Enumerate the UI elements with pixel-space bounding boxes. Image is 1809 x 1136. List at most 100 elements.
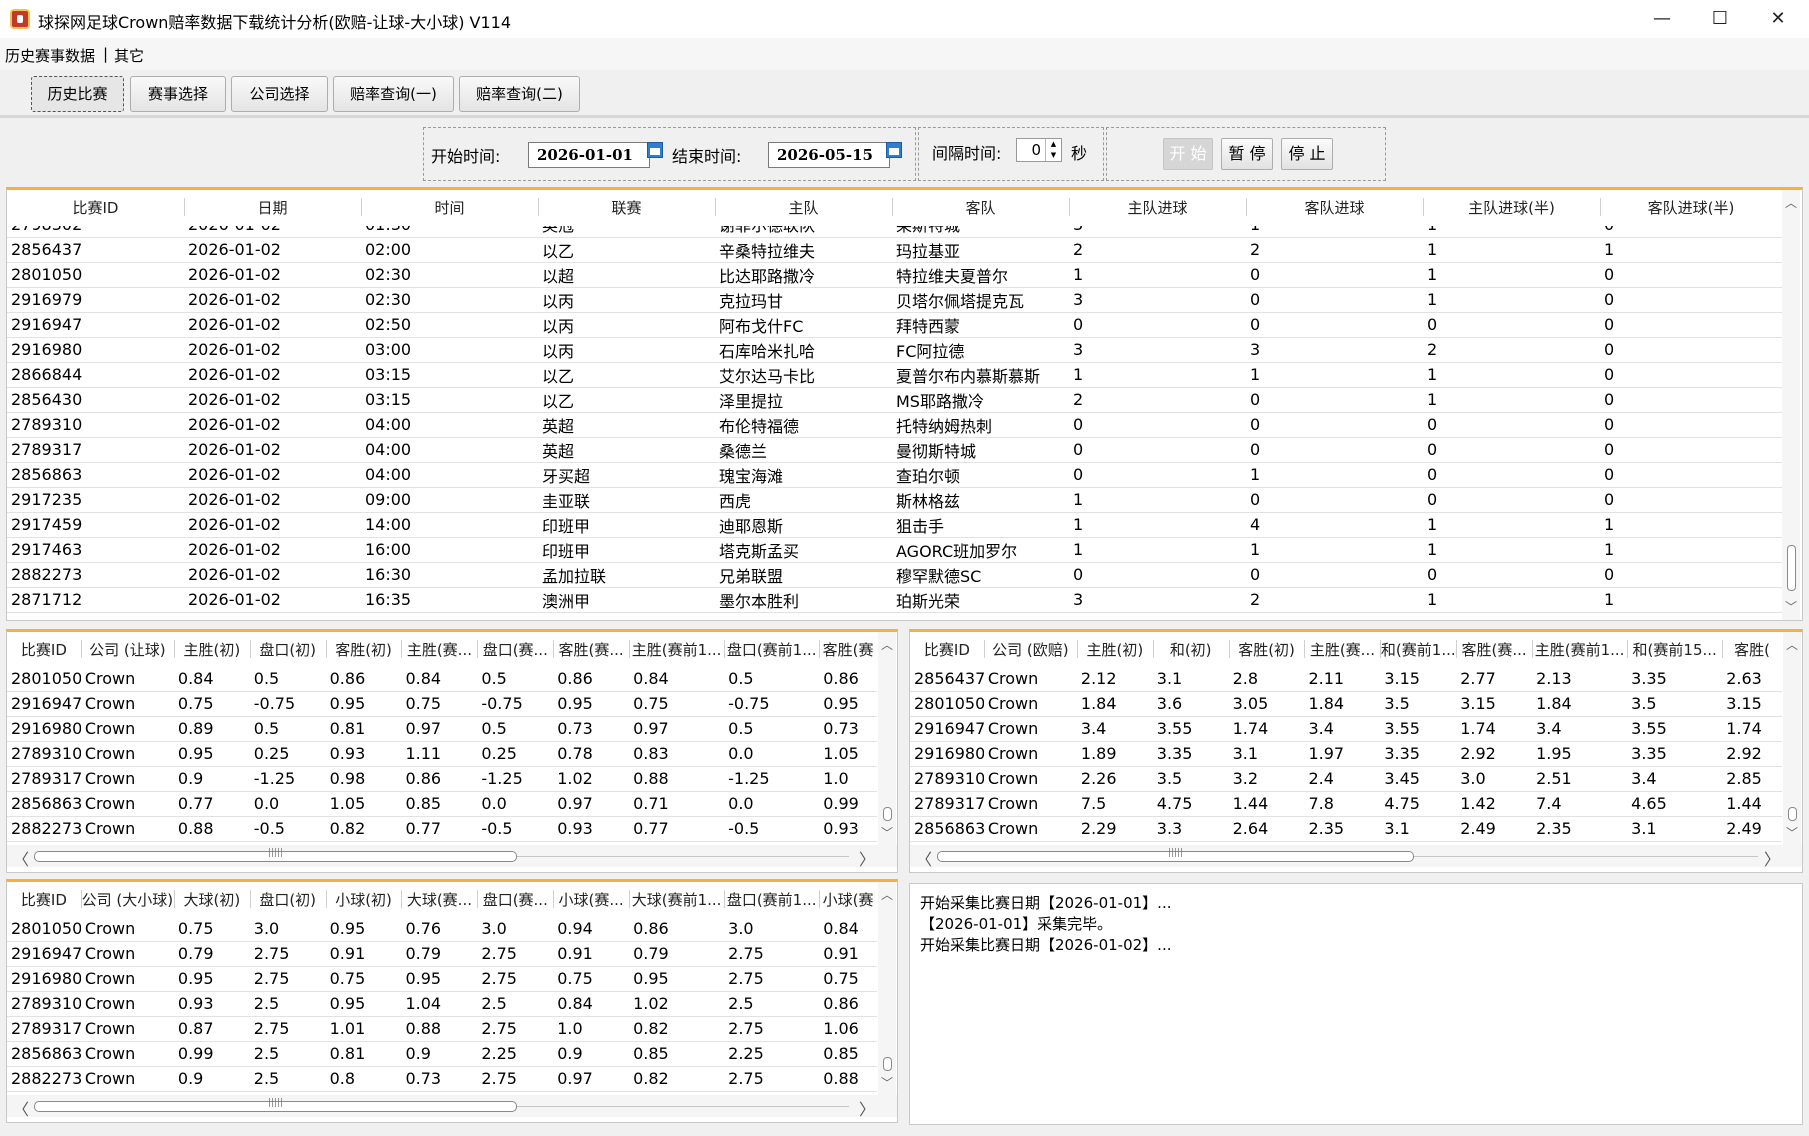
column-header[interactable]: 和(赛前15... <box>1627 632 1723 666</box>
table-row[interactable]: 2789310 Crown 2.26 3.5 3.2 2.4 3.45 3.0 2.51 3.4 2… <box>910 766 1782 792</box>
column-header[interactable]: 盘口(赛... <box>477 882 554 916</box>
overunder-hscrollbar[interactable]: 〈 〉 <box>7 1095 897 1120</box>
column-header[interactable]: 时间 <box>361 190 538 224</box>
scroll-right-icon[interactable]: 〉 <box>1764 846 1780 870</box>
calendar-icon[interactable] <box>886 142 902 158</box>
table-row[interactable]: 2856437 2026-01-02 02:00 以乙 辛桑特拉维夫 玛拉基亚 2 2 1 1 <box>7 237 1782 263</box>
column-header[interactable]: 小球(赛... <box>553 882 630 916</box>
scroll-up-icon[interactable]: ︿ <box>881 886 893 903</box>
interval-stepper[interactable]: 0 ▲ ▼ <box>1016 138 1062 162</box>
scroll-left-icon[interactable]: 〈 <box>13 846 29 870</box>
table-row[interactable]: 2789317 2026-01-02 04:00 英超 桑德兰 曼彻斯特城 0 0 0 0 <box>7 437 1782 463</box>
close-button[interactable]: ✕ <box>1748 0 1808 38</box>
scroll-left-icon[interactable]: 〈 <box>916 846 932 870</box>
tab-history-matches[interactable]: 历史比赛 <box>31 76 124 112</box>
column-header[interactable]: 小球(初) <box>325 882 402 916</box>
column-header[interactable]: 公司 (让球) <box>80 632 174 666</box>
tab-odds-query-1[interactable]: 赔率查询(一) <box>333 76 454 112</box>
table-row[interactable]: 2917235 2026-01-02 09:00 圭亚联 西虎 斯林格兹 1 0 0 0 <box>7 487 1782 513</box>
column-header[interactable]: 大球(赛... <box>401 882 478 916</box>
tab-odds-query-2[interactable]: 赔率查询(二) <box>459 76 580 112</box>
table-row[interactable]: 2789310 Crown 0.93 2.5 0.95 1.04 2.5 0.84 1.02 2.… <box>7 991 877 1017</box>
table-row[interactable]: 2916980 Crown 1.89 3.35 3.1 1.97 3.35 2.92 1.95 3… <box>910 741 1782 767</box>
match-table-scrollbar[interactable]: ︿ ﹀ <box>1782 190 1800 620</box>
column-header[interactable]: 主胜(初) <box>1076 632 1153 666</box>
scroll-thumb[interactable] <box>1787 545 1796 591</box>
table-row[interactable]: 2916947 Crown 0.75 -0.75 0.95 0.75 -0.75 0.95 0.… <box>7 691 877 717</box>
table-row[interactable]: 2916980 Crown 0.95 2.75 0.75 0.95 2.75 0.75 0.95… <box>7 966 877 992</box>
stop-button[interactable]: 停 止 <box>1281 138 1333 170</box>
scroll-down-icon[interactable]: ﹀ <box>1785 598 1797 615</box>
table-row[interactable]: 2871712 2026-01-02 16:35 澳洲甲 墨尔本胜利 珀斯光荣 3 2 1 1 <box>7 587 1782 613</box>
column-header[interactable]: 主队 <box>715 190 892 224</box>
column-header[interactable]: 公司 (大小球) <box>80 882 174 916</box>
table-row[interactable]: 2789310 Crown 0.95 0.25 0.93 1.11 0.25 0.78 0.83… <box>7 741 877 767</box>
column-header[interactable]: 盘口(初) <box>249 882 326 916</box>
european-vscrollbar[interactable]: ︿ ﹀ <box>1783 632 1801 845</box>
table-row[interactable]: 2856437 Crown 2.12 3.1 2.8 2.11 3.15 2.77 2.13 3.… <box>910 666 1782 692</box>
table-row[interactable]: 2882273 2026-01-02 16:30 孟加拉联 兄弟联盟 穆罕默德SC 0 0 0 0 <box>7 562 1782 588</box>
start-button[interactable]: 开 始 <box>1163 138 1213 170</box>
column-header[interactable]: 大球(初) <box>173 882 250 916</box>
scroll-up-icon[interactable]: ︿ <box>1785 194 1797 211</box>
column-header[interactable]: 主胜(赛... <box>401 632 478 666</box>
spin-up-icon[interactable]: ▲ <box>1045 139 1061 150</box>
table-row[interactable]: 2856863 Crown 0.99 2.5 0.81 0.9 2.25 0.9 0.85 2.2… <box>7 1041 877 1067</box>
column-header[interactable]: 主胜(赛前1... <box>1532 632 1628 666</box>
table-row[interactable]: 2916947 Crown 0.79 2.75 0.91 0.79 2.75 0.91 0.79… <box>7 941 877 967</box>
scroll-down-icon[interactable]: ﹀ <box>881 824 893 841</box>
handicap-hscrollbar[interactable]: 〈 〉 <box>7 845 897 870</box>
column-header[interactable]: 盘口(赛... <box>477 632 554 666</box>
scroll-thumb[interactable] <box>883 1057 892 1071</box>
column-header[interactable]: 和(初) <box>1152 632 1229 666</box>
handicap-vscrollbar[interactable]: ︿ ﹀ <box>878 632 896 845</box>
tab-company-select[interactable]: 公司选择 <box>231 76 328 112</box>
scroll-thumb[interactable] <box>883 807 892 821</box>
scroll-down-icon[interactable]: ﹀ <box>1786 824 1798 841</box>
menu-history[interactable]: 历史赛事数据 <box>5 45 95 66</box>
tab-match-select[interactable]: 赛事选择 <box>130 76 226 112</box>
column-header[interactable]: 联赛 <box>538 190 715 224</box>
column-header[interactable]: 客胜(赛 <box>819 632 877 666</box>
table-row[interactable]: 2917463 2026-01-02 16:00 印班甲 塔克斯孟买 AGORC班加罗尔 1… <box>7 537 1782 563</box>
column-header[interactable]: 主胜(赛前1... <box>629 632 725 666</box>
column-header[interactable]: 盘口(赛前1... <box>724 882 820 916</box>
table-row[interactable]: 2856430 2026-01-02 03:15 以乙 泽里提拉 MS耶路撒冷 2 0 1 0 <box>7 387 1782 413</box>
column-header[interactable]: 主胜(初) <box>173 632 250 666</box>
column-header[interactable]: 大球(赛前1... <box>629 882 725 916</box>
column-header[interactable]: 主队进球(半) <box>1423 190 1600 224</box>
scroll-right-icon[interactable]: 〉 <box>859 1096 875 1120</box>
column-header[interactable]: 公司 (欧赔) <box>983 632 1077 666</box>
scroll-thumb[interactable] <box>34 851 517 862</box>
column-header[interactable]: 主胜(赛... <box>1304 632 1381 666</box>
table-row[interactable]: 2916980 2026-01-02 03:00 以丙 石库哈米扎哈 FC阿拉德 3 3 2 0 <box>7 337 1782 363</box>
column-header[interactable]: 客队进球(半) <box>1600 190 1782 224</box>
table-row[interactable]: 2916979 2026-01-02 02:30 以丙 克拉玛甘 贝塔尔佩塔提克瓦 3 0 1 0 <box>7 287 1782 313</box>
column-header[interactable]: 主队进球 <box>1069 190 1246 224</box>
column-header[interactable]: 比赛ID <box>7 632 81 666</box>
column-header[interactable]: 小球(赛 <box>819 882 877 916</box>
column-header[interactable]: 客胜( <box>1722 632 1782 666</box>
table-row[interactable]: 2916947 2026-01-02 02:50 以丙 阿布戈什FC 拜特西蒙 0 0 0 0 <box>7 312 1782 338</box>
table-row[interactable]: 2882273 Crown 0.9 2.5 0.8 0.73 2.75 0.97 0.82 2.7… <box>7 1066 877 1092</box>
table-row[interactable]: 2801050 Crown 0.84 0.5 0.86 0.84 0.5 0.86 0.84 0.… <box>7 666 877 692</box>
minimize-button[interactable]: — <box>1632 0 1692 38</box>
table-row[interactable]: 2856863 Crown 2.29 3.3 2.64 2.35 3.1 2.49 2.35 3.… <box>910 816 1782 842</box>
table-row[interactable]: 2916980 Crown 0.89 0.5 0.81 0.97 0.5 0.73 0.97 0.… <box>7 716 877 742</box>
table-row[interactable]: 2801050 2026-01-02 02:30 以超 比达耶路撒冷 特拉维夫夏普尔 1 0 1… <box>7 262 1782 288</box>
column-header[interactable]: 客队 <box>892 190 1069 224</box>
table-row[interactable]: 2856863 2026-01-02 04:00 牙买超 瑰宝海滩 查珀尔顿 0 1 0 0 <box>7 462 1782 488</box>
scroll-thumb[interactable] <box>34 1101 517 1112</box>
maximize-button[interactable]: ☐ <box>1690 0 1750 38</box>
table-row[interactable]: 2789310 2026-01-02 04:00 英超 布伦特福德 托特纳姆热刺 0 0 0 0 <box>7 412 1782 438</box>
scroll-right-icon[interactable]: 〉 <box>859 846 875 870</box>
column-header[interactable]: 盘口(初) <box>249 632 326 666</box>
scroll-down-icon[interactable]: ﹀ <box>881 1074 893 1091</box>
menu-other[interactable]: 其它 <box>114 45 144 66</box>
column-header[interactable]: 比赛ID <box>910 632 984 666</box>
table-row[interactable]: 2789317 Crown 7.5 4.75 1.44 7.8 4.75 1.42 7.4 4.6… <box>910 791 1782 817</box>
table-row[interactable]: 2916947 Crown 3.4 3.55 1.74 3.4 3.55 1.74 3.4 3.5… <box>910 716 1782 742</box>
scroll-thumb[interactable] <box>1788 807 1797 821</box>
spin-down-icon[interactable]: ▼ <box>1045 150 1061 161</box>
column-header[interactable]: 和(赛前1... <box>1380 632 1457 666</box>
